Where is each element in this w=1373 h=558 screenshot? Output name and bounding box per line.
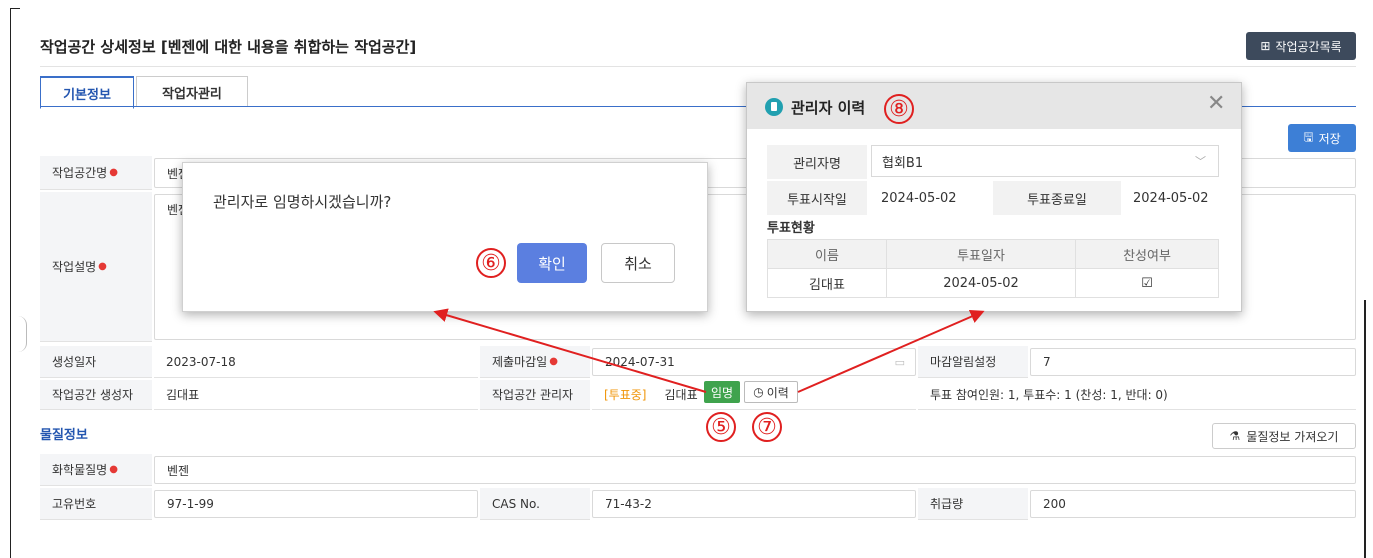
annotation-8: ⑧ xyxy=(884,94,914,124)
annotation-8-text: ⑧ xyxy=(889,96,909,122)
annotation-6-text: ⑥ xyxy=(481,250,501,276)
annotation-7-text: ⑦ xyxy=(757,414,777,440)
annotation-5: ⑤ xyxy=(706,412,736,442)
annotation-6: ⑥ xyxy=(476,248,506,278)
arrow-to-history xyxy=(797,310,985,393)
arrow-to-confirm xyxy=(433,308,707,393)
annotation-arrows xyxy=(433,308,985,393)
annotation-5-text: ⑤ xyxy=(711,414,731,440)
annotation-7: ⑦ xyxy=(752,412,782,442)
